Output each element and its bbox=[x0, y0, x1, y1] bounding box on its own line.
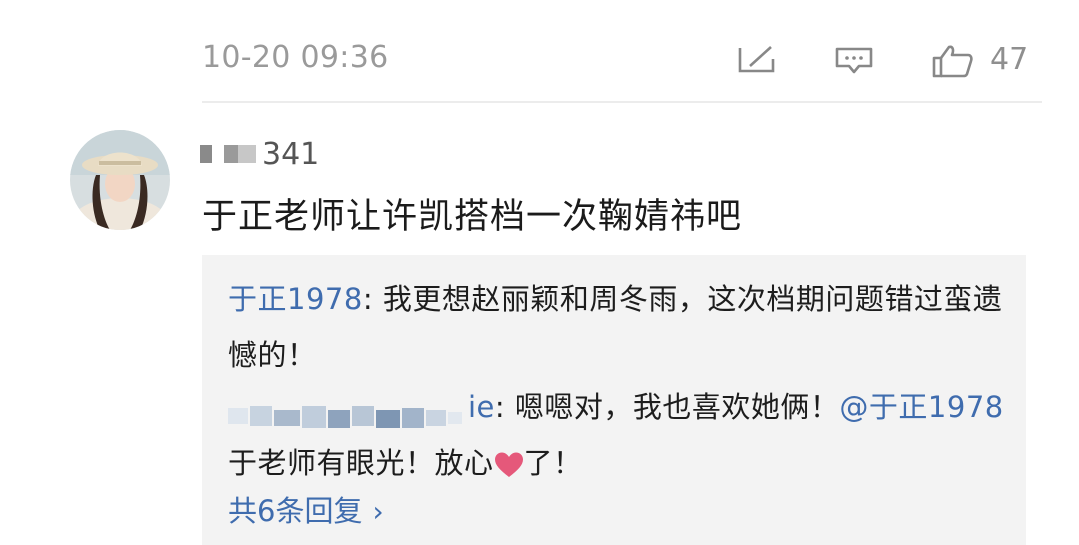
reply-item: ie: 嗯嗯对，我也喜欢她俩！@于正1978 于老师有眼光！放心 了！ bbox=[228, 379, 1008, 491]
divider bbox=[202, 101, 1042, 103]
heart-icon bbox=[494, 452, 523, 477]
reply-text-end: 了！ bbox=[523, 446, 583, 480]
reply-text-continued: 于老师有眼光！放心 bbox=[228, 446, 494, 480]
username-suffix: 341 bbox=[262, 136, 320, 172]
username-blur bbox=[200, 145, 212, 163]
comment-timestamp: 10-20 09:36 bbox=[202, 40, 389, 75]
avatar-image bbox=[70, 130, 170, 230]
comment-icon[interactable] bbox=[834, 46, 874, 78]
comment-text: 于正老师让许凯搭档一次鞠婧祎吧 bbox=[202, 197, 743, 237]
reply-preview-box: 于正1978: 我更想赵丽颖和周冬雨，这次档期问题错过蛮遗憾的！ ie: 嗯嗯对… bbox=[202, 255, 1026, 545]
chevron-right-icon: › bbox=[372, 495, 384, 528]
comment-username[interactable]: 341 bbox=[200, 134, 319, 174]
reply-item: 于正1978: 我更想赵丽颖和周冬雨，这次档期问题错过蛮遗憾的！ bbox=[228, 271, 1008, 383]
username-blur bbox=[238, 145, 256, 163]
blurred-name-graphic bbox=[228, 406, 462, 428]
reply-text: 嗯嗯对，我也喜欢她俩！ bbox=[514, 390, 840, 424]
reply-separator: : bbox=[494, 390, 515, 424]
edit-icon[interactable] bbox=[738, 44, 776, 74]
reply-separator: : bbox=[362, 282, 383, 316]
reply-author-blurred[interactable] bbox=[228, 394, 468, 428]
username-blur bbox=[224, 145, 238, 163]
more-replies-label: 共6条回复 bbox=[228, 494, 363, 528]
avatar[interactable] bbox=[70, 130, 170, 230]
reply-author[interactable]: 于正1978 bbox=[228, 282, 363, 316]
like-count: 47 bbox=[990, 42, 1029, 77]
reply-author-suffix[interactable]: ie bbox=[468, 390, 495, 424]
username-blur-gap bbox=[212, 145, 224, 163]
thumbs-up-icon[interactable] bbox=[932, 44, 974, 78]
mention-link[interactable]: @于正1978 bbox=[839, 390, 1003, 424]
comment-meta-row: 10-20 09:36 47 bbox=[0, 0, 1079, 100]
view-more-replies-link[interactable]: 共6条回复 › bbox=[228, 489, 384, 534]
